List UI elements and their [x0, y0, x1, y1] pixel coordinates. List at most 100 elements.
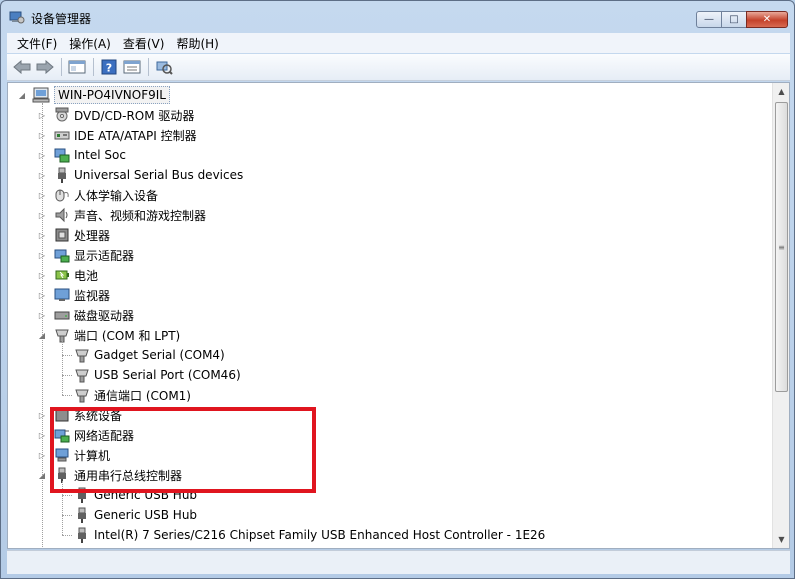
expand-icon[interactable]: ▷ [38, 411, 46, 420]
tree-category-label: 磁盘驱动器 [74, 308, 135, 323]
tree-guide-line [62, 495, 72, 496]
tree-device[interactable]: Gadget Serial (COM4) [74, 345, 225, 365]
tree-category[interactable]: DVD/CD-ROM 驱动器 [54, 105, 194, 125]
tree-category[interactable]: 磁盘驱动器 [54, 305, 134, 325]
tree-category[interactable]: Universal Serial Bus devices [54, 165, 243, 185]
expand-icon[interactable]: ▷ [38, 171, 46, 180]
title-bar[interactable]: 设备管理器 — □ ✕ [1, 1, 794, 33]
tree-category[interactable]: 处理器 [54, 225, 110, 245]
tree-category-label: 计算机 [74, 448, 111, 463]
port-icon [74, 347, 90, 363]
tree-category[interactable]: 系统设备 [54, 405, 122, 425]
back-button[interactable] [11, 56, 33, 78]
scroll-down-icon[interactable]: ▼ [773, 531, 789, 548]
tree-category[interactable]: 人体学输入设备 [54, 185, 158, 205]
properties-icon [123, 60, 141, 74]
scroll-up-icon[interactable]: ▲ [773, 83, 789, 100]
forward-button[interactable] [34, 56, 56, 78]
tree-device-label: Gadget Serial (COM4) [94, 348, 225, 362]
tree-category-label: Intel Soc [74, 148, 126, 162]
tree-guide-line [62, 341, 63, 395]
expand-icon[interactable]: ▷ [38, 191, 46, 200]
tree-device[interactable]: Intel(R) 7 Series/C216 Chipset Family US… [74, 525, 545, 545]
forward-icon [36, 60, 54, 74]
tree-category[interactable]: Intel Soc [54, 145, 126, 165]
menu-view[interactable]: 查看(V) [117, 35, 171, 52]
maximize-button[interactable]: □ [721, 11, 747, 28]
tree-category[interactable]: 通用串行总线控制器 [54, 465, 182, 485]
expand-icon[interactable]: ▷ [38, 431, 46, 440]
tree-category-label: 声音、视频和游戏控制器 [74, 208, 207, 223]
tree-category[interactable]: 计算机 [54, 445, 110, 465]
device-manager-icon [9, 9, 25, 25]
scan-hardware-button[interactable] [153, 56, 175, 78]
scrollbar-thumb[interactable]: ≡ [775, 102, 788, 392]
tree-category[interactable]: 网络适配器 [54, 425, 134, 445]
computer-icon [54, 447, 70, 463]
hid-icon [54, 187, 70, 203]
close-button[interactable]: ✕ [746, 11, 788, 28]
tree-category[interactable]: 电池 [54, 265, 98, 285]
network-adapter-icon [54, 427, 70, 443]
tree-device[interactable]: 通信端口 (COM1) [74, 385, 191, 405]
minimize-button[interactable]: — [696, 11, 722, 28]
expand-icon[interactable]: ▷ [38, 151, 46, 160]
maximize-icon: □ [729, 14, 739, 25]
scrollbar-grip-icon: ≡ [778, 242, 785, 252]
expand-icon[interactable]: ▷ [38, 451, 46, 460]
help-icon: ? [101, 59, 117, 75]
device-tree[interactable]: WIN-PO4IVNOF9IL ◢ ▷ DVD/CD-ROM 驱动器 ▷ IDE AT… [8, 83, 773, 548]
collapse-icon[interactable]: ◢ [38, 471, 46, 480]
tree-device-label: 通信端口 (COM1) [94, 388, 191, 403]
battery-icon [54, 267, 70, 283]
collapse-icon[interactable]: ◢ [38, 331, 46, 340]
tree-root[interactable]: WIN-PO4IVNOF9IL [32, 85, 170, 105]
tree-category[interactable]: 监视器 [54, 285, 110, 305]
svg-text:?: ? [106, 62, 112, 75]
vertical-scrollbar[interactable]: ▲ ≡ ▼ [772, 83, 789, 548]
menu-help[interactable]: 帮助(H) [170, 35, 224, 52]
tree-category[interactable]: 声音、视频和游戏控制器 [54, 205, 206, 225]
show-hide-tree-button[interactable] [66, 56, 88, 78]
tree-view-icon [68, 60, 86, 74]
expand-icon[interactable]: ▷ [38, 211, 46, 220]
minimize-icon: — [704, 14, 714, 25]
tree-category-label: 处理器 [74, 228, 111, 243]
tree-device[interactable]: USB Serial Port (COM46) [74, 365, 241, 385]
help-button[interactable]: ? [98, 56, 120, 78]
expand-icon[interactable]: ▷ [38, 111, 46, 120]
intel-soc-icon [54, 147, 70, 163]
expand-icon[interactable]: ▷ [38, 251, 46, 260]
tree-device-label: Generic USB Hub [94, 488, 198, 502]
system-device-icon [54, 407, 70, 423]
tree-category-label: 通用串行总线控制器 [74, 468, 183, 483]
toolbar: ? [7, 54, 790, 81]
tree-category-label: Universal Serial Bus devices [74, 168, 244, 182]
toolbar-separator [93, 58, 94, 76]
tree-category-label: 人体学输入设备 [74, 188, 159, 203]
expand-icon[interactable]: ▷ [38, 291, 46, 300]
computer-icon [32, 87, 50, 103]
computer-name: WIN-PO4IVNOF9IL [54, 86, 170, 104]
port-icon [74, 387, 90, 403]
tree-category[interactable]: 显示适配器 [54, 245, 134, 265]
tree-device[interactable]: Generic USB Hub [74, 485, 197, 505]
tree-device[interactable]: Generic USB Hub [74, 505, 197, 525]
close-icon: ✕ [762, 14, 772, 25]
expand-icon[interactable]: ▷ [38, 231, 46, 240]
menu-file[interactable]: 文件(F) [11, 35, 63, 52]
back-icon [13, 60, 31, 74]
properties-button[interactable] [121, 56, 143, 78]
expand-icon[interactable]: ▷ [38, 311, 46, 320]
tree-category[interactable]: IDE ATA/ATAPI 控制器 [54, 125, 197, 145]
expand-icon[interactable]: ▷ [38, 271, 46, 280]
tree-category-label: 显示适配器 [74, 248, 135, 263]
tree-device-label: Generic USB Hub [94, 508, 198, 522]
collapse-icon[interactable]: ◢ [18, 91, 26, 100]
tree-guide-line [62, 375, 72, 376]
scan-hardware-icon [156, 61, 173, 75]
usb-plug-icon [54, 167, 70, 183]
expand-icon[interactable]: ▷ [38, 131, 46, 140]
menu-action[interactable]: 操作(A) [63, 35, 117, 52]
tree-category[interactable]: 端口 (COM 和 LPT) [54, 325, 180, 345]
